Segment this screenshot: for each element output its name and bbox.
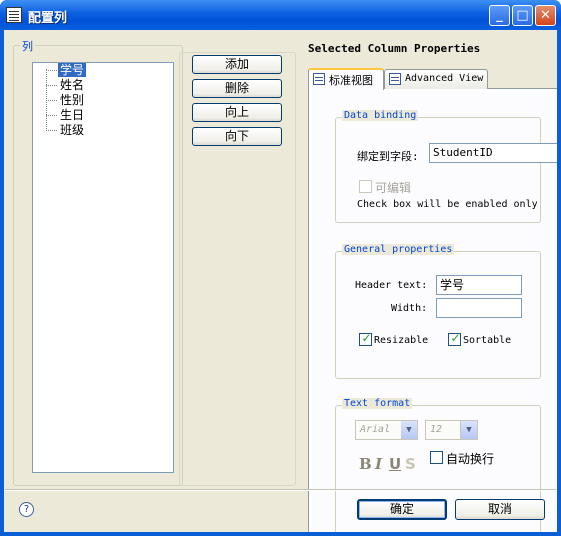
- grid-view-icon: [313, 73, 325, 85]
- columns-list[interactable]: 学号 姓名 性别 生日 班级: [32, 62, 174, 473]
- window-title: 配置列: [28, 11, 68, 26]
- header-text-input[interactable]: 学号: [436, 275, 522, 295]
- bold-button[interactable]: B: [359, 455, 372, 473]
- header-text-label: Header text:: [355, 280, 428, 291]
- tab-label: 标准视图: [329, 74, 373, 87]
- checkmark-icon: ✓: [450, 331, 461, 345]
- add-button[interactable]: 添加: [192, 55, 282, 74]
- properties-title: Selected Column Properties: [308, 42, 481, 55]
- dialog-window: 配置列 _ □ ✕ 列 学号 姓名 性别 生日 班级 添加 删除 向上 向下 S…: [0, 0, 561, 536]
- resizable-checkbox[interactable]: ✓: [359, 331, 372, 346]
- tab-label: Advanced View: [405, 73, 484, 84]
- strikeout-button[interactable]: S: [405, 455, 416, 473]
- editable-checkbox[interactable]: [359, 180, 372, 193]
- title-bar[interactable]: 配置列 _ □ ✕: [0, 0, 561, 30]
- font-size-value: 12: [430, 424, 443, 435]
- minimize-button[interactable]: _: [489, 5, 510, 26]
- chevron-down-icon: ▼: [461, 421, 477, 439]
- table-app-icon: [6, 7, 22, 23]
- sortable-checkbox[interactable]: ✓: [448, 331, 461, 346]
- font-family-select[interactable]: Arial ▼: [355, 420, 418, 440]
- maximize-button[interactable]: □: [512, 5, 533, 26]
- minimize-icon: _: [496, 8, 503, 23]
- list-item-label: 班级: [60, 123, 85, 137]
- general-properties-legend: General properties: [342, 244, 455, 255]
- move-up-button[interactable]: 向上: [192, 103, 282, 122]
- font-family-value: Arial: [360, 424, 391, 435]
- standard-view-panel: Data binding 绑定到字段: StudentID 可编辑 Check …: [308, 89, 557, 532]
- columns-legend: 列: [20, 38, 35, 54]
- dialog-client-area: 列 学号 姓名 性别 生日 班级 添加 删除 向上 向下 Selected Co…: [4, 30, 557, 532]
- font-size-select[interactable]: 12: [425, 420, 461, 440]
- list-item-label: 生日: [60, 108, 85, 122]
- data-binding-legend: Data binding: [342, 110, 419, 121]
- move-down-button[interactable]: 向下: [192, 127, 282, 146]
- checkmark-icon: ✓: [361, 331, 372, 345]
- width-input[interactable]: [436, 298, 522, 318]
- auto-wrap-checkbox[interactable]: [430, 451, 443, 464]
- bind-field-input[interactable]: StudentID: [429, 143, 557, 163]
- underline-button[interactable]: U: [389, 455, 401, 473]
- sortable-label: Sortable: [463, 335, 512, 346]
- delete-button[interactable]: 删除: [192, 79, 282, 98]
- chevron-down-icon: ▼: [401, 421, 417, 439]
- close-icon: ✕: [540, 8, 551, 23]
- tab-standard-view[interactable]: 标准视图: [308, 68, 384, 90]
- ok-button[interactable]: 确定: [357, 499, 447, 520]
- close-button[interactable]: ✕: [535, 5, 556, 26]
- maximize-icon: □: [516, 8, 529, 23]
- binding-note: Check box will be enabled only: [357, 199, 538, 210]
- editable-label: 可编辑: [375, 181, 412, 195]
- italic-button[interactable]: I: [375, 455, 382, 473]
- footer-separator: [5, 489, 556, 491]
- auto-wrap-label: 自动换行: [446, 452, 495, 466]
- tab-advanced-view[interactable]: Advanced View: [384, 69, 488, 89]
- table-view-icon: [389, 73, 401, 85]
- list-item-label: 姓名: [60, 78, 85, 92]
- list-item-label: 学号: [58, 63, 87, 77]
- width-label: Width:: [391, 303, 428, 314]
- resizable-label: Resizable: [374, 335, 429, 346]
- list-item-label: 性别: [60, 93, 85, 107]
- cancel-button[interactable]: 取消: [455, 499, 545, 520]
- help-icon[interactable]: ?: [19, 502, 34, 517]
- font-size-dropdown-button[interactable]: ▼: [461, 420, 478, 440]
- bind-field-label: 绑定到字段:: [357, 150, 419, 163]
- text-format-legend: Text format: [342, 398, 413, 409]
